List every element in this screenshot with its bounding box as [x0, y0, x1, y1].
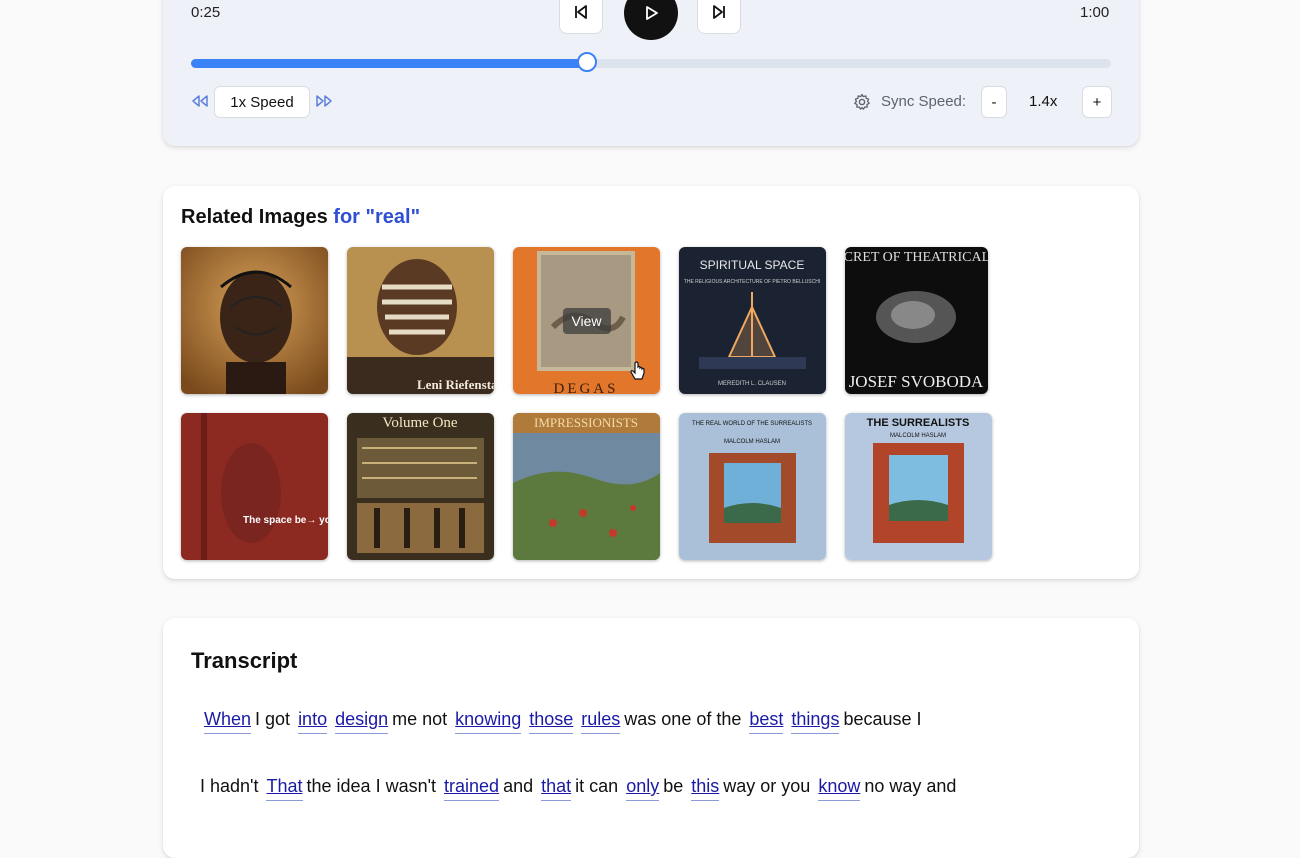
transcript-word-link[interactable]: things — [791, 709, 840, 734]
image-thumbnail-hovered[interactable]: DEGAS View — [513, 247, 660, 394]
transcript-text: way or you — [723, 776, 811, 796]
transcript-text: no way and — [864, 776, 957, 796]
progress-handle[interactable] — [576, 52, 597, 72]
book-cover-image: THE SURREALISTS MALCOLM HASLAM — [845, 413, 992, 560]
transcript-text: the idea I wasn't — [306, 776, 437, 796]
image-thumbnail[interactable]: SPIRITUAL SPACE THE RELIGIOUS ARCHITECTU… — [679, 247, 826, 394]
book-cover-title: The space be→ yond — [243, 515, 328, 526]
transcript-word-link[interactable]: trained — [444, 776, 500, 801]
sync-speed-value: 1.4x — [1029, 93, 1058, 110]
book-cover-image: Volume One — [347, 413, 494, 560]
transcript-text: be — [663, 776, 684, 796]
image-thumbnail[interactable] — [181, 247, 328, 394]
transcript-word-link[interactable]: know — [818, 776, 861, 801]
gear-icon — [854, 93, 870, 110]
play-icon — [646, 6, 658, 20]
book-cover-image: SPIRITUAL SPACE THE RELIGIOUS ARCHITECTU… — [679, 247, 826, 394]
sync-increase-button[interactable]: + — [1082, 86, 1112, 118]
transcript-word-link[interactable]: rules — [581, 709, 621, 734]
progress-fill — [191, 59, 587, 68]
transcript-word-link[interactable]: into — [298, 709, 328, 734]
transcript-text: I got — [255, 709, 291, 729]
related-images-heading: Related Images for "real" — [181, 206, 420, 229]
book-cover-author: MEREDITH L. CLAUSEN — [718, 381, 786, 387]
hand-cursor-icon — [630, 361, 645, 380]
audio-player: 0:25 1:00 1x Speed Sync Speed: - 1.4x + — [163, 0, 1139, 146]
transcript-word-link[interactable]: that — [541, 776, 572, 801]
transcript-word-link[interactable]: knowing — [455, 709, 522, 734]
image-thumbnail[interactable]: The space be→ yond — [181, 413, 328, 560]
transcript-word-link[interactable]: this — [691, 776, 720, 801]
speed-button[interactable]: 1x Speed — [214, 86, 310, 118]
related-images-panel: Related Images for "real" Leni Riefensta… — [163, 186, 1139, 579]
transcript-word-link[interactable]: design — [335, 709, 389, 734]
book-cover-subtitle: THE RELIGIOUS ARCHITECTURE OF PIETRO BEL… — [684, 279, 820, 285]
transcript-text: it can — [575, 776, 619, 796]
transcript-text: and — [503, 776, 534, 796]
skip-forward-icon — [713, 5, 725, 19]
image-thumbnail[interactable]: IMPRESSIONISTS — [513, 413, 660, 560]
image-thumbnail[interactable]: Volume One — [347, 413, 494, 560]
transcript-title: Transcript — [191, 648, 298, 673]
transcript-panel: Transcript When I got into design me not know… — [163, 618, 1139, 858]
book-cover-title: THE SURREALISTS — [867, 417, 970, 429]
book-cover-author: MALCOLM HASLAM — [724, 439, 780, 445]
transcript-word-link[interactable]: those — [529, 709, 574, 734]
image-thumbnail[interactable]: Leni Riefenstahl — [347, 247, 494, 394]
related-images-title: Related Images — [181, 206, 328, 228]
image-thumbnail[interactable]: THE SECRET OF THEATRICAL SPACE JOSEF SVO… — [845, 247, 988, 394]
book-cover-title: THE SECRET OF THEATRICAL SPACE — [845, 250, 988, 265]
transcript-line: When I got into design me not knowing those rul… — [200, 709, 926, 734]
book-cover-image: IMPRESSIONISTS — [513, 413, 660, 560]
total-time: 1:00 — [1080, 4, 1110, 21]
sync-decrease-button[interactable]: - — [981, 86, 1007, 118]
sync-speed-label: Sync Speed: — [881, 93, 967, 110]
fast-forward-icon[interactable] — [315, 93, 333, 109]
book-cover-image: THE REAL WORLD OF THE SURREALISTS MALCOL… — [679, 413, 826, 560]
book-cover-title: Volume One — [382, 415, 457, 431]
current-time: 0:25 — [191, 4, 221, 21]
book-cover-author: JOSEF SVOBODA — [849, 372, 984, 391]
book-cover-title: IMPRESSIONISTS — [534, 415, 638, 430]
book-cover-image: THE SECRET OF THEATRICAL SPACE JOSEF SVO… — [845, 247, 988, 394]
transcript-line: I hadn't That the idea I wasn't trained and t… — [200, 776, 960, 801]
book-cover-author: MALCOLM HASLAM — [890, 433, 946, 439]
rewind-icon[interactable] — [191, 93, 209, 109]
view-tooltip[interactable]: View — [562, 307, 611, 334]
transcript-text: I hadn't — [200, 776, 259, 796]
transcript-word-link[interactable]: When — [204, 709, 252, 734]
skip-back-icon — [575, 5, 587, 19]
book-cover-title: DEGAS — [553, 381, 618, 394]
next-button[interactable] — [697, 0, 741, 34]
book-cover-title: Leni Riefenstahl — [417, 377, 494, 392]
previous-button[interactable] — [559, 0, 603, 34]
book-cover-title: THE REAL WORLD OF THE SURREALISTS — [692, 421, 812, 427]
portrait-image — [181, 247, 328, 394]
related-images-query: for "real" — [333, 206, 421, 228]
progress-track[interactable] — [191, 52, 1111, 72]
transcript-word-link[interactable]: only — [626, 776, 660, 801]
book-cover-image: The space be→ yond — [181, 413, 328, 560]
transcript-text: me not — [392, 709, 448, 729]
image-thumbnail[interactable]: THE SURREALISTS MALCOLM HASLAM — [845, 413, 992, 560]
transcript-word-link[interactable]: That — [266, 776, 303, 801]
image-thumbnail[interactable]: THE REAL WORLD OF THE SURREALISTS MALCOL… — [679, 413, 826, 560]
play-button[interactable] — [624, 0, 678, 40]
transcript-text: because I — [843, 709, 922, 729]
book-cover-title: SPIRITUAL SPACE — [700, 258, 805, 272]
transcript-text: was one of the — [624, 709, 742, 729]
transcript-word-link[interactable]: best — [749, 709, 784, 734]
book-cover-image: Leni Riefenstahl — [347, 247, 494, 394]
